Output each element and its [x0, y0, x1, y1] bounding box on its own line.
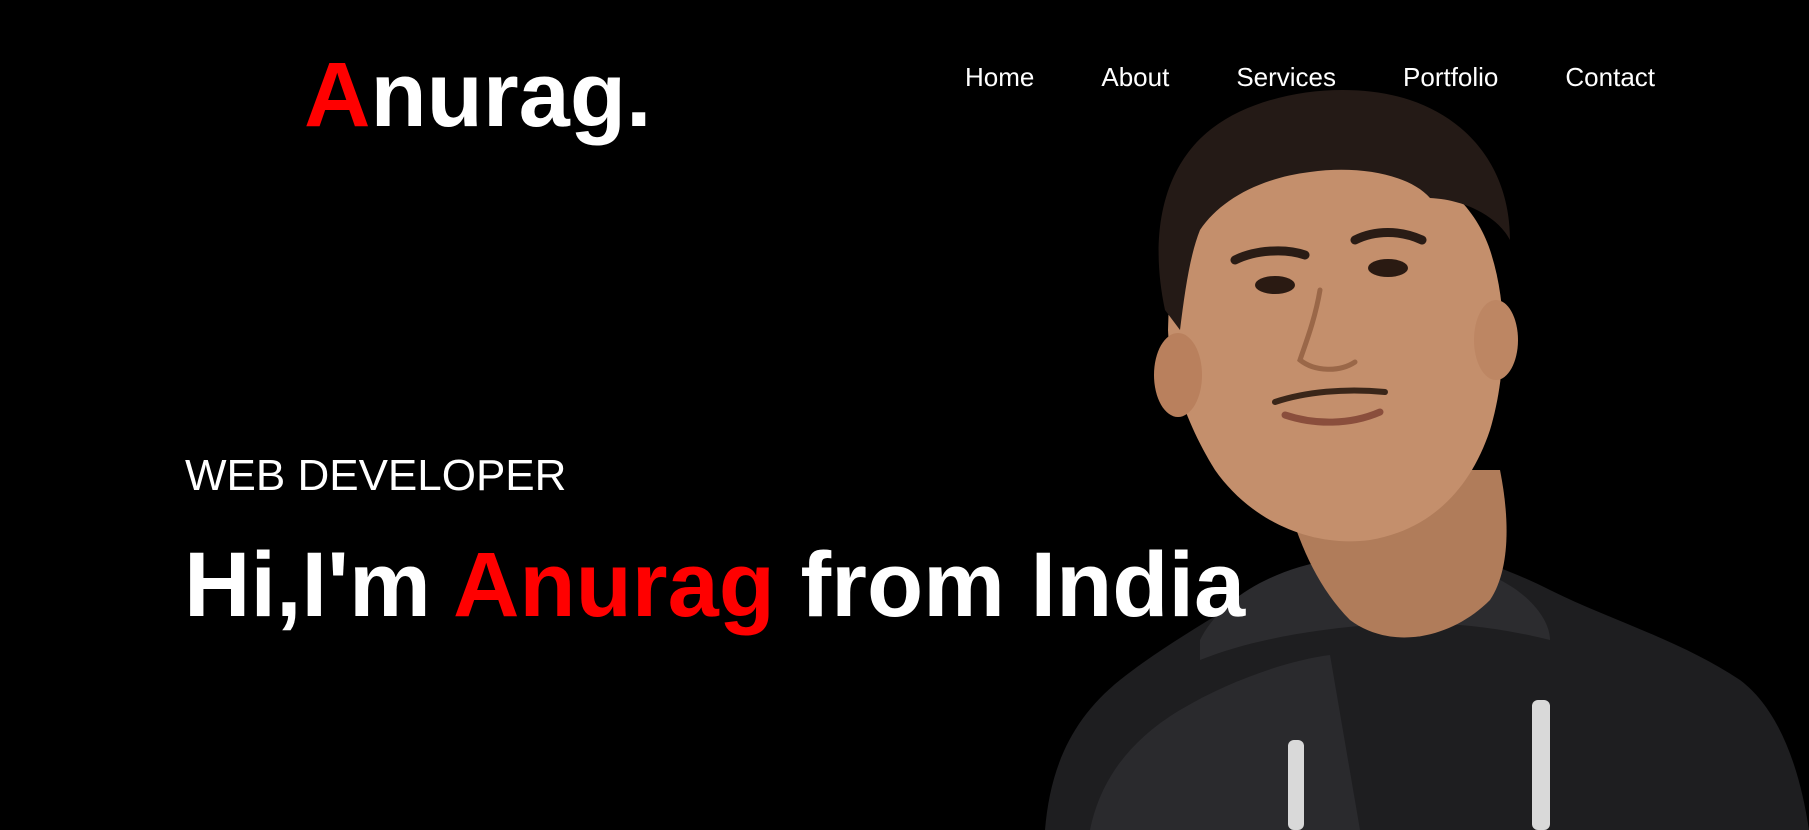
site-logo[interactable]: Anurag.: [304, 40, 652, 150]
headline-name: Anurag: [452, 534, 775, 636]
logo-text: nurag.: [370, 44, 652, 146]
eye-left: [1255, 276, 1295, 294]
drawstring-left: [1288, 740, 1304, 830]
main-nav: Home About Services Portfolio Contact: [965, 60, 1655, 94]
nav-home-link[interactable]: Home: [965, 60, 1034, 94]
ear-right: [1474, 300, 1518, 380]
hero-subtitle: WEB DEVELOPER: [185, 451, 567, 500]
profile-photo: [1045, 90, 1809, 830]
nav-about-link[interactable]: About: [1101, 60, 1169, 94]
eye-right: [1368, 259, 1408, 277]
nav-contact-link[interactable]: Contact: [1565, 60, 1655, 94]
ear-left: [1154, 333, 1202, 417]
headline-prefix: Hi,I'm: [184, 534, 453, 636]
logo-initial: A: [304, 44, 371, 146]
nav-portfolio-link[interactable]: Portfolio: [1403, 60, 1498, 94]
nav-services-link[interactable]: Services: [1236, 60, 1336, 94]
drawstring-right: [1532, 700, 1550, 830]
hero-headline: Hi,I'm Anurag from India: [184, 530, 1245, 640]
headline-suffix: from India: [774, 534, 1246, 636]
page: Anurag. Home About Services Portfolio Co…: [0, 0, 1809, 830]
